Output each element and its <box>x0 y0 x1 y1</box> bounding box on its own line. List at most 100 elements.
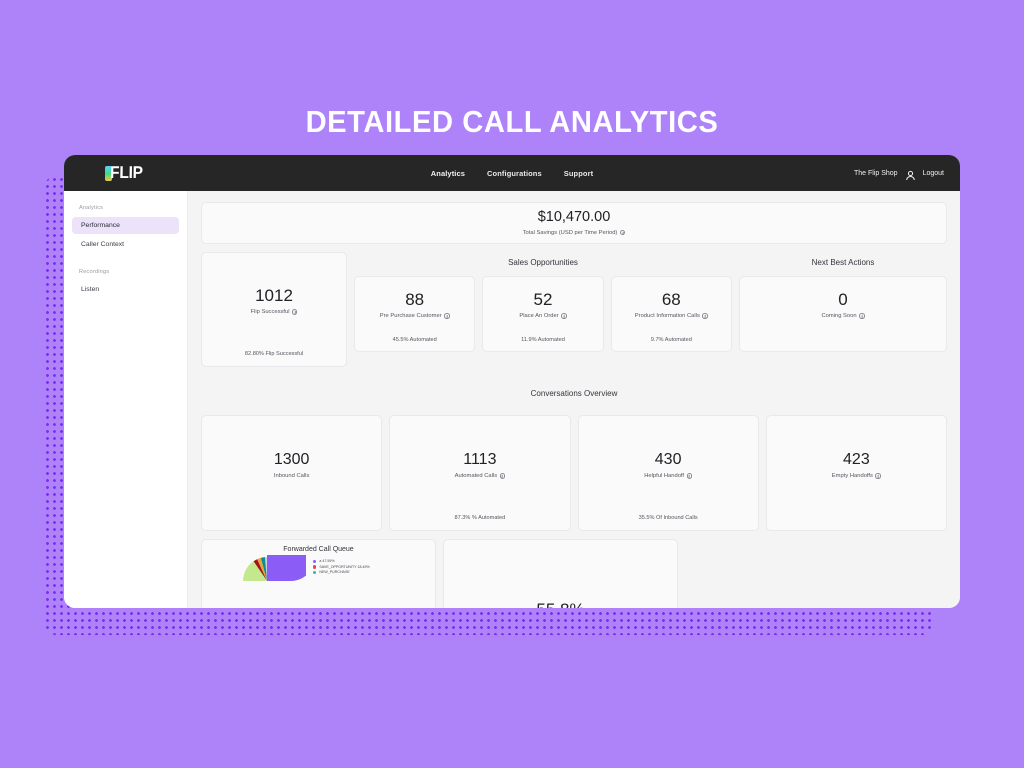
sidebar-item-performance[interactable]: Performance <box>72 217 179 234</box>
app-body: Analytics Performance Caller Context Rec… <box>64 191 960 608</box>
logout-button[interactable]: Logout <box>923 170 944 177</box>
info-icon[interactable] <box>702 313 708 319</box>
pre-purchase-label: Pre Purchase Customer <box>379 312 442 319</box>
legend-label: SAVE_OPPORTUNITY 18.49% <box>319 564 370 569</box>
info-icon[interactable] <box>875 473 881 479</box>
product-info-footer: 9.7% Automated <box>650 337 692 343</box>
pie-legend: a 47.59% SAVE_OPPORTUNITY 18.49% NEW_PUR… <box>313 555 370 576</box>
conversations-overview-row: 1300 Inbound Calls 1113 Automated Calls <box>201 415 947 531</box>
coming-soon-card: 0 Coming Soon <box>739 276 947 352</box>
legend-item: NEW_PURCHASE <box>313 570 370 575</box>
inbound-calls-value: 1300 <box>273 451 310 468</box>
flip-logo[interactable]: FLIP <box>105 163 146 183</box>
legend-item: a 47.59% <box>313 559 370 564</box>
automated-calls-main: 1113 Automated Calls <box>455 451 506 479</box>
coming-soon-value: 0 <box>838 290 848 309</box>
kpi-group-row: 1012 Flip Successful 82.80% Flip Success… <box>201 252 947 367</box>
place-an-order-label-row: Place An Order <box>519 312 567 319</box>
info-icon[interactable] <box>859 313 865 319</box>
pre-purchase-value: 88 <box>405 290 425 309</box>
legend-swatch-icon <box>313 571 317 575</box>
helpful-handoff-card: 430 Helpful Handoff 35.5% Of Inbound Cal… <box>577 415 759 531</box>
place-an-order-card: 52 Place An Order 11.9% Automated <box>482 276 604 352</box>
forwarded-call-queue-body: a 47.59% SAVE_OPPORTUNITY 18.49% NEW_PUR… <box>210 555 427 607</box>
product-info-label-row: Product Information Calls <box>635 313 708 319</box>
legend-swatch-icon <box>313 559 317 563</box>
helpful-handoff-label: Helpful Handoff <box>644 472 685 479</box>
forwarded-call-queue-card: Forwarded Call Queue a 47.59% SAVE_OPPOR… <box>201 539 436 608</box>
sidebar-section-recordings-title: Recordings <box>79 269 110 275</box>
automated-calls-footer: 87.3% % Automated <box>454 515 506 521</box>
total-savings-label: Total Savings (USD per Time Period) <box>522 229 618 236</box>
pre-purchase-footer: 45.5% Automated <box>392 337 437 343</box>
empty-handoffs-value: 423 <box>843 451 870 468</box>
product-info-label: Product Information Calls <box>634 312 700 319</box>
inbound-calls-label-row: Inbound Calls <box>274 473 310 479</box>
info-icon[interactable] <box>561 313 567 319</box>
next-best-actions-group: Next Best Actions 0 Coming Soon <box>739 252 947 367</box>
empty-handoffs-label-row: Empty Handoffs <box>832 473 881 479</box>
shop-name-label: The Flip Shop <box>853 169 898 177</box>
product-information-calls-card: 68 Product Information Calls 9.7% Automa… <box>610 276 732 352</box>
bottom-row: Forwarded Call Queue a 47.59% SAVE_OPPOR… <box>201 539 947 608</box>
automated-calls-card: 1113 Automated Calls 87.3% % Automated <box>389 415 571 531</box>
pre-purchase-main: 88 Pre Purchase Customer <box>380 291 450 319</box>
coming-soon-label-row: Coming Soon <box>821 312 865 319</box>
next-best-actions-title: Next Best Actions <box>811 258 875 267</box>
conversations-overview-title: Conversations Overview <box>530 389 618 398</box>
helpful-handoff-main: 430 Helpful Handoff <box>644 451 693 479</box>
account-area: The Flip Shop Logout <box>853 168 944 180</box>
info-icon[interactable] <box>619 229 626 236</box>
helpful-handoff-label-row: Helpful Handoff <box>644 472 693 479</box>
total-savings-card: $10,470.00 Total Savings (USD per Time P… <box>201 202 947 244</box>
automated-calls-label: Automated Calls <box>454 472 498 479</box>
empty-handoffs-label: Empty Handoffs <box>831 472 873 479</box>
place-an-order-footer: 11.9% Automated <box>521 337 565 343</box>
total-savings-label-row: Total Savings (USD per Time Period) <box>523 230 626 236</box>
pre-purchase-label-row: Pre Purchase Customer <box>380 313 450 319</box>
nav-item-support[interactable]: Support <box>564 169 593 178</box>
inbound-calls-label: Inbound Calls <box>273 472 310 479</box>
place-an-order-value: 52 <box>533 290 553 309</box>
sales-opportunities-title: Sales Opportunities <box>508 258 578 267</box>
pie-chart[interactable] <box>228 555 306 607</box>
sidebar-section-analytics-title: Analytics <box>79 205 104 211</box>
sales-opportunities-row: 88 Pre Purchase Customer 45.5% Automated… <box>354 276 732 367</box>
bottom-metric-value: 55.8% <box>536 601 584 608</box>
automated-calls-label-row: Automated Calls <box>455 473 506 479</box>
empty-handoffs-card: 423 Empty Handoffs <box>765 415 947 531</box>
top-navigation-bar: FLIP Analytics Configurations Support Th… <box>64 155 960 191</box>
sidebar-item-listen[interactable]: Listen <box>72 281 179 298</box>
info-icon[interactable] <box>291 309 298 315</box>
flip-successful-card: 1012 Flip Successful 82.80% Flip Success… <box>201 252 347 367</box>
helpful-handoff-value: 430 <box>654 451 682 468</box>
helpful-handoff-footer: 35.5% Of Inbound Calls <box>638 515 698 521</box>
sales-opportunities-group: Sales Opportunities 88 Pre Purchase Cust… <box>354 252 732 367</box>
place-an-order-main: 52 Place An Order <box>519 290 567 319</box>
flip-successful-main: 1012 Flip Successful <box>251 287 298 315</box>
legend-swatch-icon <box>313 565 317 569</box>
nav-item-analytics[interactable]: Analytics <box>431 169 465 178</box>
sidebar-item-caller-context[interactable]: Caller Context <box>72 236 179 253</box>
bottom-metric-card: 55.8% <box>443 539 678 608</box>
next-best-actions-row: 0 Coming Soon <box>739 276 947 367</box>
legend-label: a 47.59% <box>319 559 335 563</box>
info-icon[interactable] <box>444 313 450 319</box>
main-content: $10,470.00 Total Savings (USD per Time P… <box>188 191 960 608</box>
inbound-calls-card: 1300 Inbound Calls <box>201 415 383 531</box>
person-icon <box>905 168 916 180</box>
info-icon[interactable] <box>686 473 693 479</box>
total-savings-value: $10,470.00 <box>537 209 611 226</box>
product-info-value: 68 <box>661 290 681 309</box>
flip-logo-text: FLIP <box>109 163 143 182</box>
inbound-calls-main: 1300 Inbound Calls <box>273 451 310 479</box>
page-title: DETAILED CALL ANALYTICS <box>305 104 719 139</box>
place-an-order-label: Place An Order <box>519 312 559 319</box>
legend-item: SAVE_OPPORTUNITY 18.49% <box>313 565 370 570</box>
product-info-main: 68 Product Information Calls <box>635 291 708 319</box>
info-icon[interactable] <box>499 473 506 479</box>
nav-item-configurations[interactable]: Configurations <box>487 169 542 178</box>
flip-successful-value: 1012 <box>255 286 293 305</box>
coming-soon-label: Coming Soon <box>821 312 857 319</box>
sidebar: Analytics Performance Caller Context Rec… <box>64 191 188 608</box>
